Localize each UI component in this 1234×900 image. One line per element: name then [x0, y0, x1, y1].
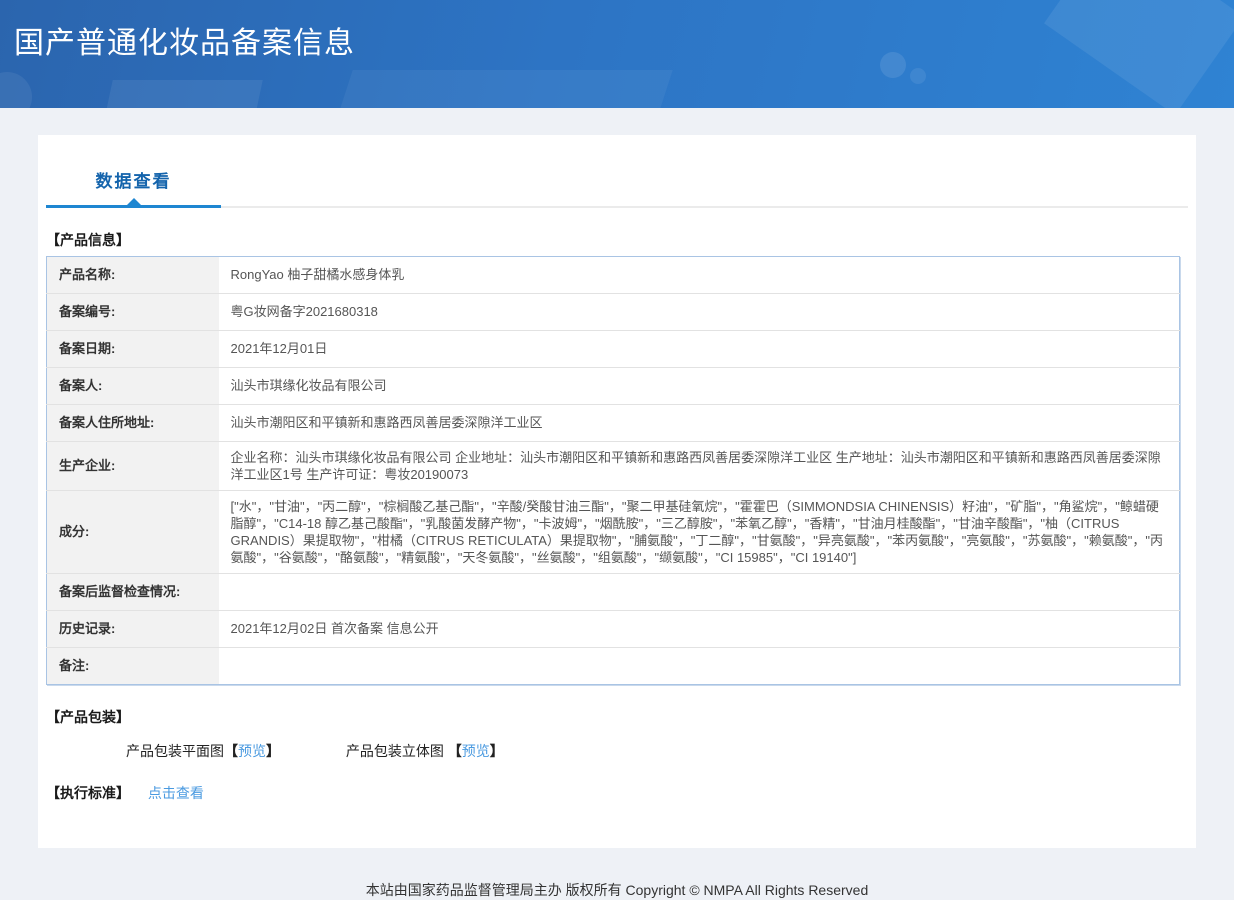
page-header-banner: 国产普通化妆品备案信息 [0, 0, 1234, 108]
table-row: 历史记录: 2021年12月02日 首次备案 信息公开 [47, 611, 1180, 648]
banner-decor-circle [880, 52, 906, 78]
footer-copyright: 本站由国家药品监督管理局主办 版权所有 Copyright © NMPA All… [0, 880, 1234, 900]
table-row: 备案日期: 2021年12月01日 [47, 331, 1180, 368]
tab-active-underline [46, 205, 221, 208]
standard-view-link[interactable]: 点击查看 [148, 785, 204, 801]
tab-active-triangle-icon [127, 198, 141, 205]
product-info-table: 产品名称: RongYao 柚子甜橘水感身体乳 备案编号: 粤G妆网备字2021… [46, 256, 1180, 685]
row-label: 备案日期: [47, 331, 219, 368]
table-row: 备案人: 汕头市琪缘化妆品有限公司 [47, 368, 1180, 405]
row-value: 汕头市琪缘化妆品有限公司 [219, 368, 1180, 405]
banner-decor-shape [307, 70, 672, 108]
package-3d-label: 产品包装立体图 [346, 743, 448, 759]
row-value [219, 574, 1180, 611]
package-flat-label: 产品包装平面图 [126, 743, 224, 759]
package-flat-item: 产品包装平面图【预览】 [126, 741, 280, 761]
bracket-open: 【 [224, 743, 238, 759]
row-value: 汕头市潮阳区和平镇新和惠路西凤善居委深隙洋工业区 [219, 405, 1180, 442]
package-links-row: 产品包装平面图【预览】 产品包装立体图 【预览】 [126, 741, 1188, 761]
tab-data-view[interactable]: 数据查看 [46, 167, 221, 206]
table-row: 生产企业: 企业名称：汕头市琪缘化妆品有限公司 企业地址：汕头市潮阳区和平镇新和… [47, 442, 1180, 491]
row-value: 2021年12月02日 首次备案 信息公开 [219, 611, 1180, 648]
package-3d-item: 产品包装立体图 【预览】 [346, 741, 504, 761]
section-title-product-package: 【产品包装】 [46, 707, 1188, 727]
row-value: 企业名称：汕头市琪缘化妆品有限公司 企业地址：汕头市潮阳区和平镇新和惠路西凤善居… [219, 442, 1180, 491]
table-row: 备注: [47, 648, 1180, 685]
bracket-close: 】 [490, 743, 504, 759]
table-row: 备案编号: 粤G妆网备字2021680318 [47, 294, 1180, 331]
bracket-open: 【 [448, 743, 462, 759]
row-value: RongYao 柚子甜橘水感身体乳 [219, 257, 1180, 294]
banner-decor-circle [0, 72, 32, 108]
table-row: 产品名称: RongYao 柚子甜橘水感身体乳 [47, 257, 1180, 294]
row-label: 备案编号: [47, 294, 219, 331]
standard-row: 【执行标准】 点击查看 [46, 783, 1188, 803]
row-value [219, 648, 1180, 685]
banner-decor-shape [1044, 0, 1234, 108]
package-3d-preview-link[interactable]: 预览 [462, 743, 490, 759]
section-title-standard: 【执行标准】 [46, 785, 130, 801]
row-label: 产品名称: [47, 257, 219, 294]
row-value: 2021年12月01日 [219, 331, 1180, 368]
row-label: 备注: [47, 648, 219, 685]
package-flat-preview-link[interactable]: 预览 [238, 743, 266, 759]
tab-data-view-label: 数据查看 [96, 172, 172, 191]
row-value-ingredients: ["水"，"甘油"，"丙二醇"，"棕榈酸乙基己酯"，"辛酸/癸酸甘油三酯"，"聚… [219, 491, 1180, 574]
row-label: 备案人住所地址: [47, 405, 219, 442]
table-row: 备案人住所地址: 汕头市潮阳区和平镇新和惠路西凤善居委深隙洋工业区 [47, 405, 1180, 442]
table-row: 成分: ["水"，"甘油"，"丙二醇"，"棕榈酸乙基己酯"，"辛酸/癸酸甘油三酯… [47, 491, 1180, 574]
table-row: 备案后监督检查情况: [47, 574, 1180, 611]
row-label: 成分: [47, 491, 219, 574]
content-card: 数据查看 【产品信息】 产品名称: RongYao 柚子甜橘水感身体乳 备案编号… [38, 135, 1196, 848]
row-label: 生产企业: [47, 442, 219, 491]
banner-decor-shape [87, 80, 263, 108]
row-label: 备案人: [47, 368, 219, 405]
page-title: 国产普通化妆品备案信息 [14, 18, 355, 62]
row-value: 粤G妆网备字2021680318 [219, 294, 1180, 331]
bracket-close: 】 [266, 743, 280, 759]
tab-bar: 数据查看 [46, 167, 1188, 208]
section-title-product-info: 【产品信息】 [46, 230, 1188, 250]
banner-decor-circle [910, 68, 926, 84]
row-label: 历史记录: [47, 611, 219, 648]
row-label: 备案后监督检查情况: [47, 574, 219, 611]
